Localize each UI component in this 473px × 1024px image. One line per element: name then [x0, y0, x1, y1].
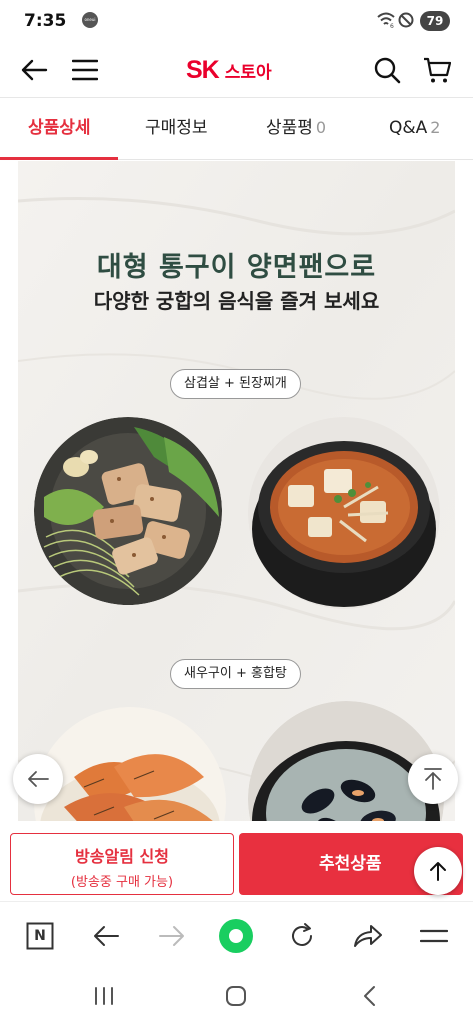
notification-badge: oneui eats — [82, 12, 98, 38]
scroll-left-button[interactable] — [13, 754, 63, 804]
home-icon — [226, 986, 246, 1006]
share-button[interactable] — [350, 918, 386, 954]
do-not-disturb-icon — [398, 12, 414, 28]
browser-toolbar: N — [0, 901, 473, 969]
n-label: N — [34, 928, 46, 944]
system-back-button[interactable] — [354, 983, 384, 1009]
alarm-main-label: 방송알림 신청 — [75, 847, 169, 866]
active-tab-indicator — [0, 157, 118, 160]
tab-purchase-info[interactable]: 구매정보 — [145, 98, 208, 160]
hero-headline: 대형 통구이 양면팬으로 — [96, 252, 377, 283]
doenjang-stew-photo — [248, 417, 440, 609]
tab-product-detail[interactable]: 상품상세 — [28, 98, 91, 160]
hamburger-menu-icon — [72, 59, 98, 81]
arrow-left-icon — [28, 771, 49, 787]
recent-apps-icon — [95, 987, 113, 1005]
status-time: 7:35 — [24, 11, 67, 31]
logo-store-text: 스토아 — [224, 62, 272, 83]
browser-back-button[interactable] — [88, 918, 124, 954]
product-detail-image: 대형 통구이 양면팬으로 다양한 궁합의 음식을 즐겨 보세요 삼겹살 + 된장… — [18, 161, 455, 821]
chevron-left-icon — [364, 986, 375, 1006]
arrow-right-icon — [159, 926, 184, 946]
refresh-icon — [292, 923, 312, 946]
broadcast-alarm-button[interactable]: 방송알림 신청 (방송중 구매 가능) — [10, 833, 234, 895]
tab-count: 0 — [315, 118, 327, 137]
tab-label: Q&A — [389, 118, 428, 138]
recommend-label: 추천상품 — [319, 854, 382, 874]
product-tabs: 상품상세 구매정보 상품평 0 Q&A 2 — [0, 98, 473, 160]
browser-menu-button[interactable] — [416, 918, 452, 954]
scroll-to-top-button[interactable] — [414, 847, 462, 895]
share-arrow-icon — [354, 925, 382, 947]
logo-sk-text: SK — [186, 55, 220, 84]
alarm-sub-label: (방송중 구매 가능) — [70, 875, 174, 890]
arrow-left-icon — [94, 926, 119, 946]
arrow-up-bar-icon — [424, 768, 442, 790]
app-header: SK 스토아 — [0, 42, 473, 98]
tab-label: 상품평 — [266, 118, 313, 138]
pairing-label-2: 새우구이 + 홍합탕 — [170, 659, 301, 689]
green-dot-icon — [219, 919, 253, 953]
back-button[interactable] — [16, 52, 52, 88]
doenjang-stew-illustration — [248, 417, 440, 609]
search-icon — [374, 57, 401, 84]
refresh-button[interactable] — [284, 918, 320, 954]
cart-button[interactable] — [419, 52, 455, 88]
arrow-left-icon — [21, 59, 48, 81]
purchase-action-bar: 방송알림 신청 (방송중 구매 가능) 추천상품 — [0, 823, 473, 901]
tab-reviews[interactable]: 상품평 0 — [266, 98, 326, 160]
hamburger-menu-icon — [420, 929, 448, 943]
browser-forward-button[interactable] — [154, 918, 190, 954]
wifi-icon: 6 — [377, 12, 395, 28]
screen: 7:35 oneui eats 6 79 SK 스토아 상품상세 구매정보 상품… — [0, 0, 473, 1024]
battery-indicator: 79 — [420, 11, 450, 31]
sk-stoa-logo[interactable]: SK 스토아 — [186, 55, 272, 85]
recent-apps-button[interactable] — [89, 983, 119, 1009]
pork-belly-illustration — [34, 417, 222, 605]
hero-subheadline: 다양한 궁합의 음식을 즐겨 보세요 — [93, 289, 380, 313]
arrow-up-icon — [430, 862, 446, 881]
tab-qna[interactable]: Q&A 2 — [389, 98, 440, 160]
cart-icon — [424, 57, 451, 83]
search-button[interactable] — [369, 52, 405, 88]
system-navigation-bar — [0, 969, 473, 1024]
svg-text:6: 6 — [390, 23, 394, 28]
scroll-up-button[interactable] — [408, 754, 458, 804]
home-button[interactable] — [221, 983, 251, 1009]
status-bar: 7:35 oneui eats 6 79 — [0, 0, 473, 42]
menu-button[interactable] — [67, 52, 103, 88]
green-dot-button[interactable] — [218, 918, 254, 954]
pairing-label-1: 삼겹살 + 된장찌개 — [170, 369, 301, 399]
naver-home-button[interactable]: N — [22, 918, 58, 954]
tab-count: 2 — [430, 118, 441, 137]
pork-belly-photo — [34, 417, 222, 605]
tab-label: 상품상세 — [28, 118, 91, 138]
tab-label: 구매정보 — [145, 118, 208, 138]
